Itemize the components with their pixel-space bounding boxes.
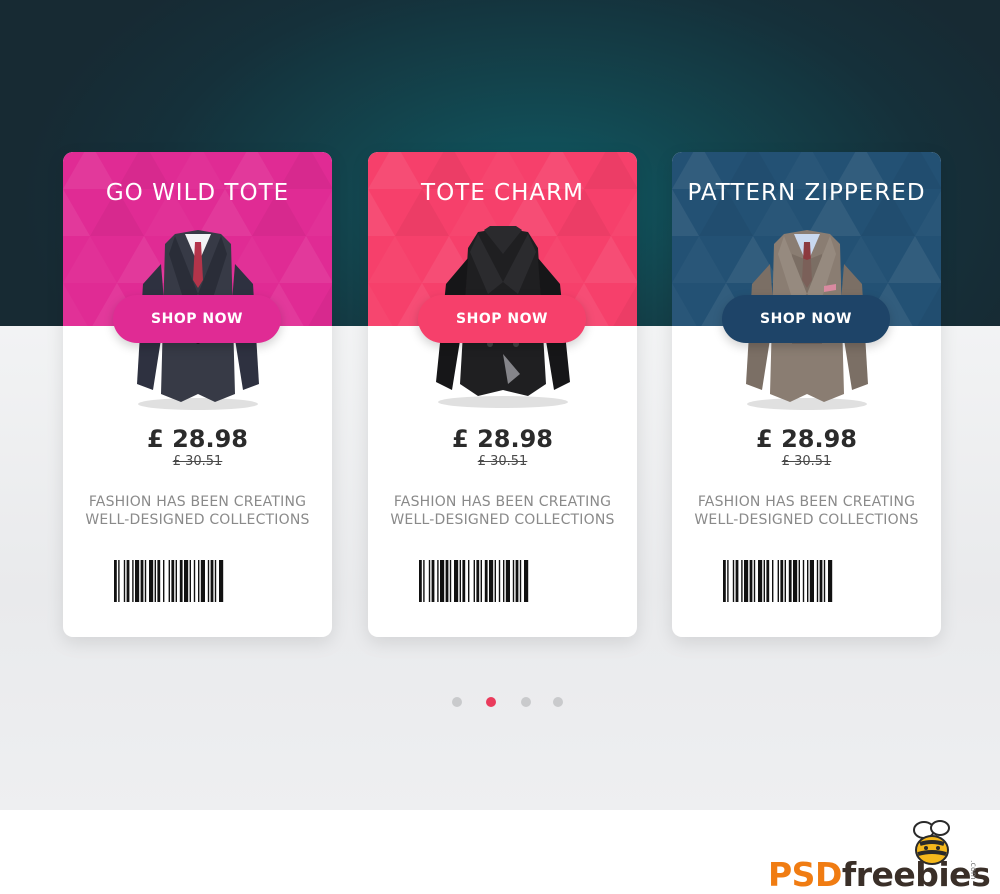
pagination-dots — [452, 697, 572, 707]
logo-text-psd: PSD — [768, 855, 842, 894]
old-price: £ 30.51 — [781, 454, 832, 469]
price: £ 28.98 — [147, 425, 248, 453]
product-card-2: TOTE CHARM SHOP NOW £ 28.98 £ 30.51 FASH… — [368, 152, 637, 637]
description-line-1: FASHION HAS BEEN CREATING — [697, 494, 916, 510]
description: FASHION HAS BEEN CREATING WELL-DESIGNED … — [378, 493, 627, 529]
pagination-dot-1[interactable] — [452, 697, 462, 707]
logo-suffix: .com — [969, 860, 978, 880]
shop-now-button[interactable]: SHOP NOW — [113, 295, 281, 343]
shop-now-button[interactable]: SHOP NOW — [418, 295, 586, 343]
pagination-dot-2[interactable] — [486, 697, 496, 707]
card-title: GO WILD TOTE — [105, 180, 290, 206]
shop-now-button[interactable]: SHOP NOW — [722, 295, 890, 343]
logo-text-freebies: freebies — [841, 855, 991, 894]
description: FASHION HAS BEEN CREATING WELL-DESIGNED … — [682, 493, 931, 529]
pagination-dot-3[interactable] — [521, 697, 531, 707]
price: £ 28.98 — [452, 425, 553, 453]
description: FASHION HAS BEEN CREATING WELL-DESIGNED … — [73, 493, 322, 529]
description-line-2: WELL-DESIGNED COLLECTIONS — [694, 512, 919, 528]
psdfreebies-logo[interactable]: PSDfreebies .com — [766, 818, 991, 894]
card-title: TOTE CHARM — [421, 180, 584, 206]
description-line-2: WELL-DESIGNED COLLECTIONS — [85, 512, 310, 528]
description-line-1: FASHION HAS BEEN CREATING — [393, 494, 612, 510]
product-card-3: PATTERN ZIPPERED SHOP NOW £ 28.98 £ 30.5… — [672, 152, 941, 637]
logo-text: PSDfreebies — [768, 855, 991, 894]
description-line-2: WELL-DESIGNED COLLECTIONS — [390, 512, 615, 528]
barcode — [114, 560, 224, 602]
price: £ 28.98 — [756, 425, 857, 453]
card-title: PATTERN ZIPPERED — [687, 180, 926, 206]
barcode — [419, 560, 529, 602]
product-card-1: GO WILD TOTE SHOP NOW £ 28.98 £ 30.51 FA… — [63, 152, 332, 637]
old-price: £ 30.51 — [477, 454, 528, 469]
old-price: £ 30.51 — [172, 454, 223, 469]
pagination-dot-4[interactable] — [553, 697, 563, 707]
barcode — [723, 560, 833, 602]
description-line-1: FASHION HAS BEEN CREATING — [88, 494, 307, 510]
